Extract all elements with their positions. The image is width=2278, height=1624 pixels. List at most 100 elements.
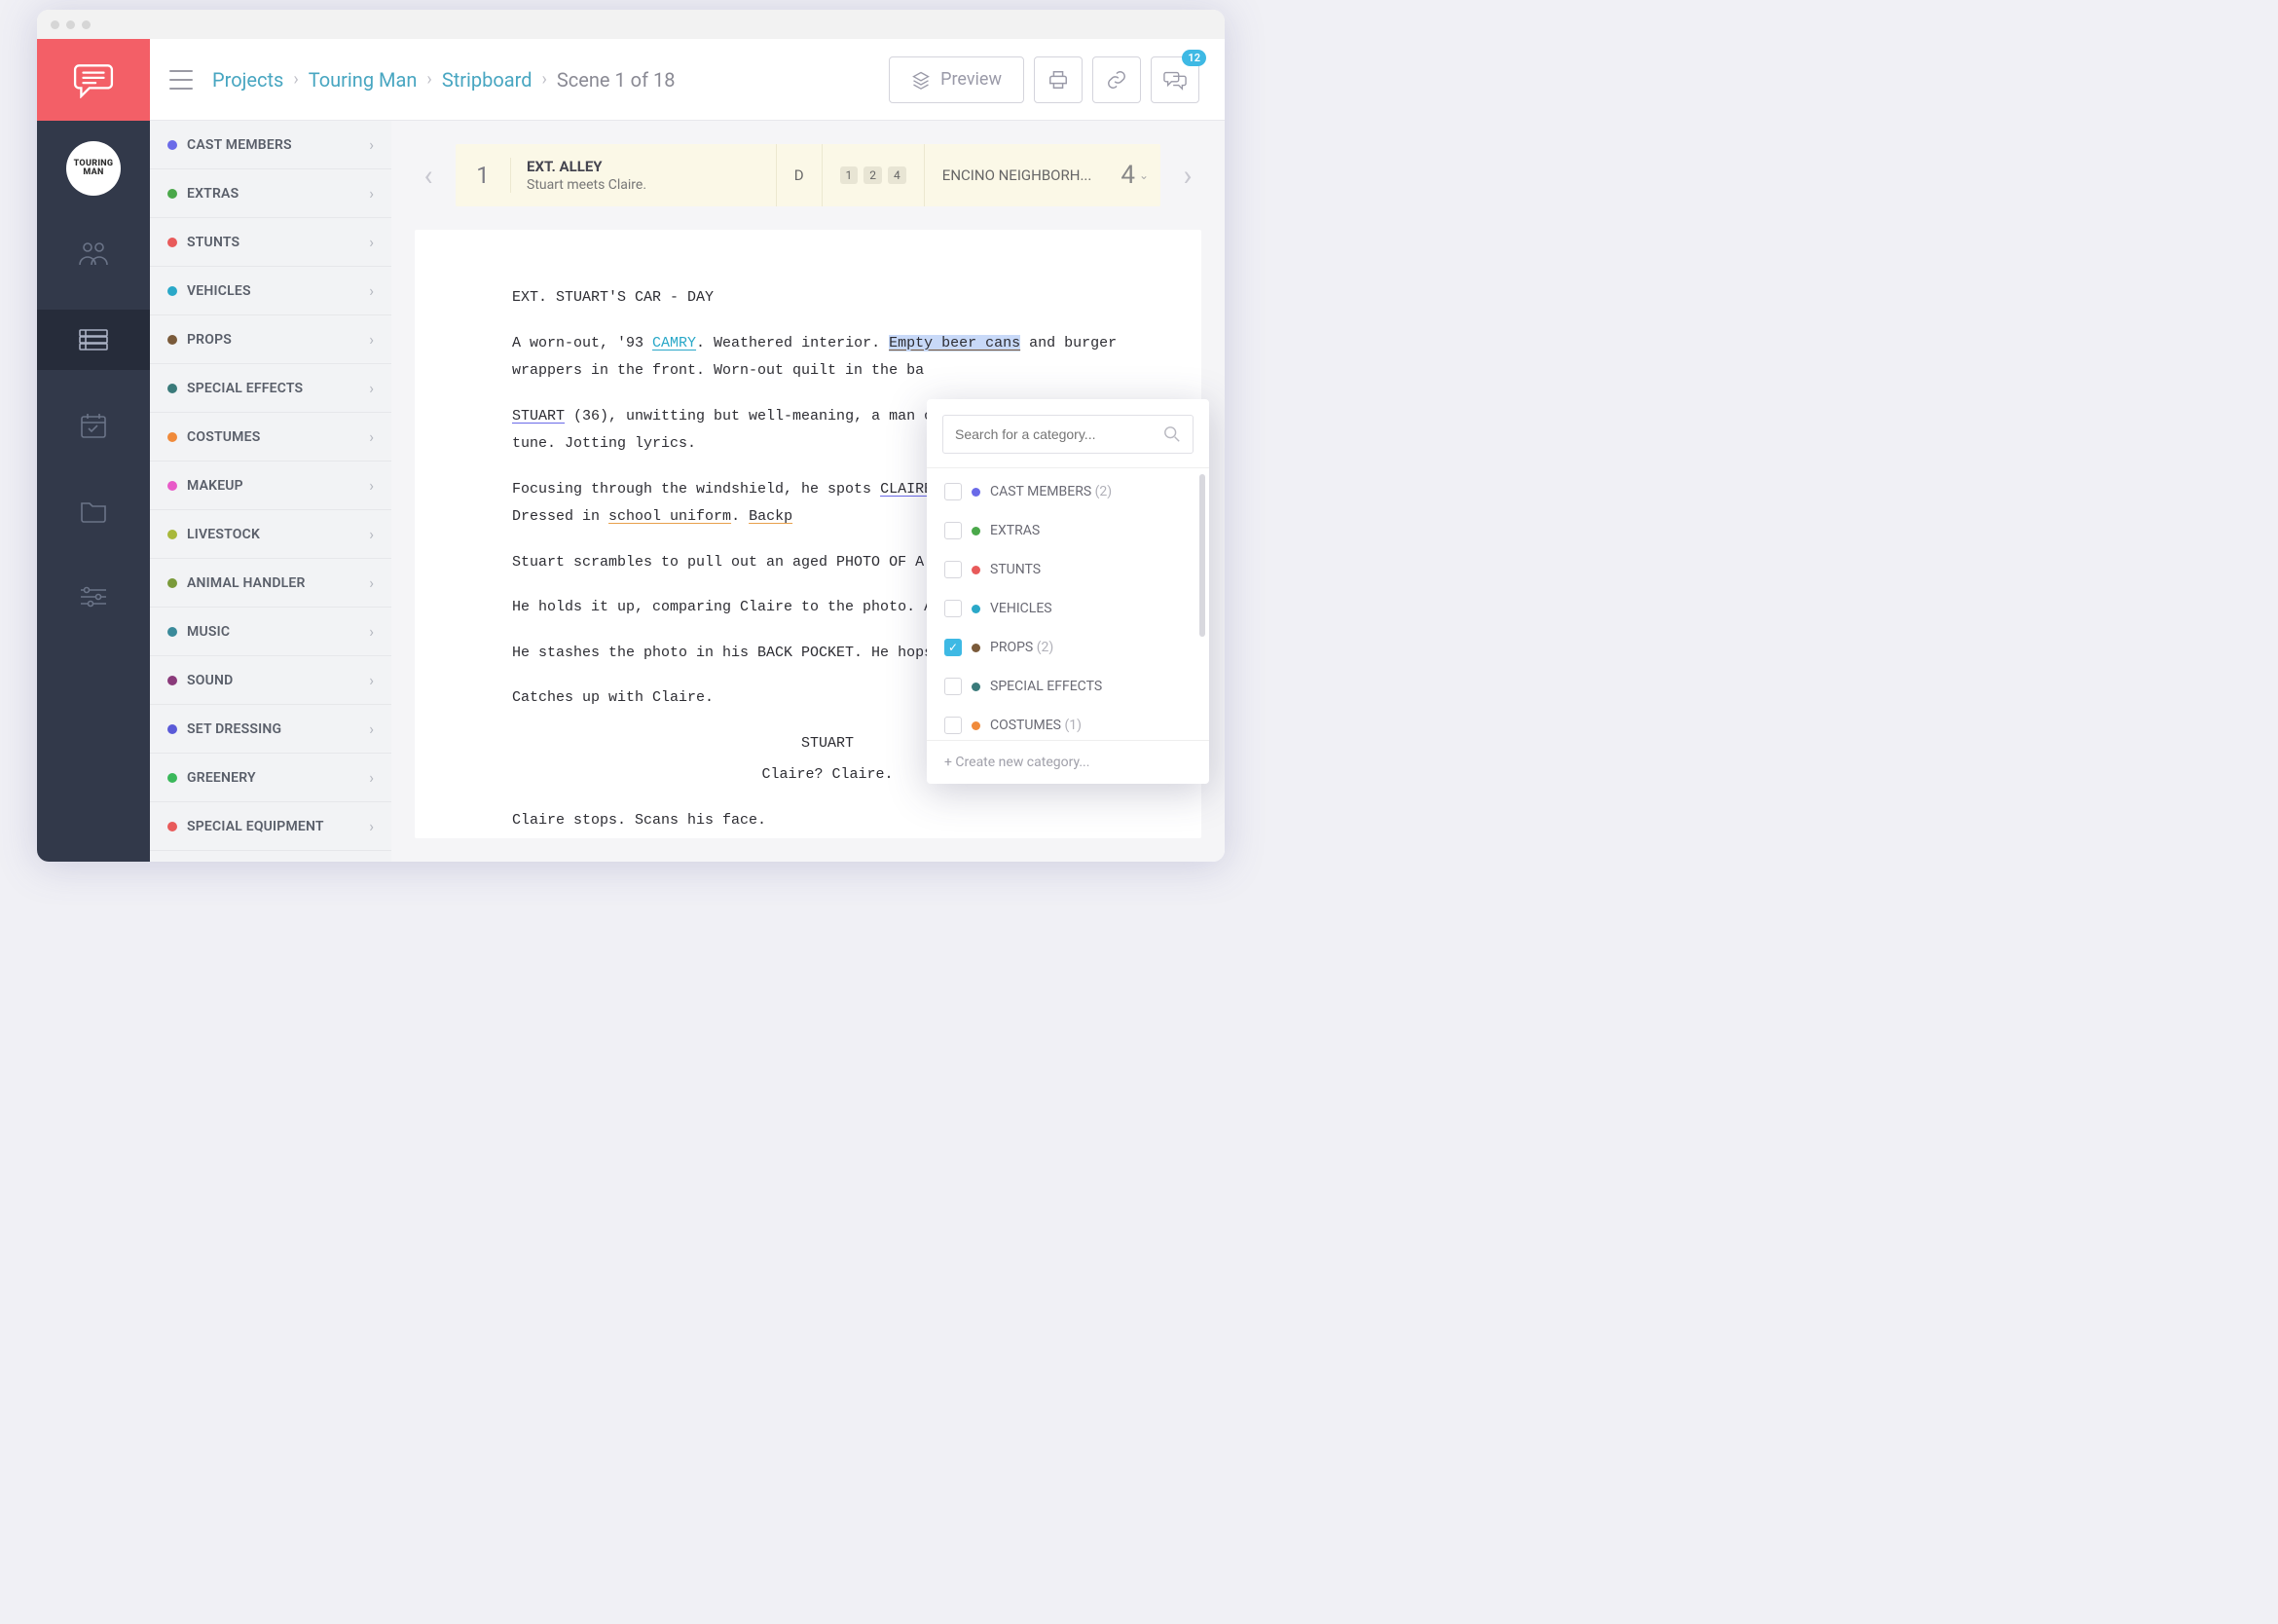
- sidebar-category-item[interactable]: SPECIAL EQUIPMENT ›: [150, 802, 391, 851]
- chevron-right-icon: ›: [369, 233, 374, 251]
- window-zoom-icon[interactable]: [82, 20, 91, 29]
- category-label: VEHICLES: [990, 601, 1052, 616]
- slugline: EXT. STUART'S CAR - DAY: [512, 284, 1143, 313]
- preview-label: Preview: [940, 69, 1002, 90]
- sidebar-category-item[interactable]: CAST MEMBERS ›: [150, 121, 391, 169]
- category-color-dot: [972, 566, 980, 574]
- scrollbar-thumb[interactable]: [1199, 474, 1205, 637]
- next-scene-button[interactable]: ›: [1174, 152, 1201, 199]
- sidebar-category-item[interactable]: EXTRAS ›: [150, 169, 391, 218]
- tag-costume[interactable]: Backp: [749, 508, 792, 525]
- category-picker-list[interactable]: CAST MEMBERS (2) EXTRAS STUNTS VEHICLES …: [927, 467, 1209, 740]
- checkbox[interactable]: [944, 522, 962, 539]
- chevron-right-icon: ›: [369, 525, 374, 543]
- scene-strip[interactable]: 1 EXT. ALLEY Stuart meets Claire. D 124 …: [456, 144, 1160, 206]
- rail-schedule[interactable]: [37, 395, 150, 456]
- checkbox[interactable]: [944, 717, 962, 734]
- chevron-right-icon: ›: [369, 573, 374, 592]
- menu-icon[interactable]: [169, 70, 193, 90]
- sidebar-category-item[interactable]: SPECIAL EFFECTS ›: [150, 364, 391, 413]
- checkbox[interactable]: ✓: [944, 639, 962, 656]
- category-picker-item[interactable]: EXTRAS: [927, 511, 1209, 550]
- sidebar-category-item[interactable]: SOUND ›: [150, 656, 391, 705]
- chevron-right-icon: ›: [293, 69, 298, 90]
- preview-button[interactable]: Preview: [889, 56, 1024, 103]
- topbar: Projects › Touring Man › Stripboard › Sc…: [37, 39, 1225, 121]
- window-close-icon[interactable]: [51, 20, 59, 29]
- tag-vehicle[interactable]: CAMRY: [652, 335, 696, 351]
- prev-scene-button[interactable]: ‹: [415, 152, 442, 199]
- chevron-down-icon[interactable]: ⌄: [1139, 168, 1149, 182]
- rail-breakdown[interactable]: [37, 310, 150, 370]
- cast-id-chip: 2: [863, 166, 882, 184]
- category-picker-item[interactable]: STUNTS: [927, 550, 1209, 589]
- chevron-right-icon: ›: [369, 817, 374, 835]
- category-picker-item[interactable]: ✓ PROPS (2): [927, 628, 1209, 667]
- chevron-right-icon: ›: [369, 622, 374, 641]
- sliders-icon: [79, 585, 108, 609]
- rail-settings[interactable]: [37, 567, 150, 627]
- chevron-right-icon: ›: [369, 184, 374, 203]
- crumb-projects[interactable]: Projects: [212, 68, 283, 92]
- category-color-dot: [972, 527, 980, 535]
- tag-costume[interactable]: school uniform: [608, 508, 731, 525]
- checkbox[interactable]: [944, 483, 962, 500]
- category-color-dot: [167, 773, 177, 783]
- category-color-dot: [167, 140, 177, 150]
- category-label: CAST MEMBERS: [187, 137, 359, 153]
- tag-cast[interactable]: STUART: [512, 408, 565, 424]
- app-logo[interactable]: [37, 39, 150, 121]
- sidebar-category-item[interactable]: SET DRESSING ›: [150, 705, 391, 754]
- category-picker-item[interactable]: COSTUMES (1): [927, 706, 1209, 740]
- category-label: MUSIC: [187, 624, 359, 640]
- search-input[interactable]: [955, 426, 1163, 442]
- crumb-project[interactable]: Touring Man: [309, 68, 418, 92]
- sidebar-category-item[interactable]: STUNTS ›: [150, 218, 391, 267]
- category-picker-item[interactable]: VEHICLES: [927, 589, 1209, 628]
- print-button[interactable]: [1034, 56, 1083, 103]
- category-picker-item[interactable]: SPECIAL EFFECTS: [927, 667, 1209, 706]
- chevron-right-icon: ›: [426, 69, 431, 90]
- sidebar-category-item[interactable]: GREENERY ›: [150, 754, 391, 802]
- category-picker-item[interactable]: CAST MEMBERS (2): [927, 472, 1209, 511]
- people-icon: [78, 241, 109, 267]
- category-color-dot: [167, 724, 177, 734]
- sidebar-category-item[interactable]: PROPS ›: [150, 315, 391, 364]
- category-color-dot: [972, 644, 980, 652]
- create-category-button[interactable]: + Create new category...: [927, 740, 1209, 784]
- sidebar-category-item[interactable]: ANIMAL HANDLER ›: [150, 559, 391, 608]
- calendar-icon: [80, 412, 107, 439]
- window-minimize-icon[interactable]: [66, 20, 75, 29]
- category-color-dot: [972, 683, 980, 691]
- category-label: GREENERY: [187, 770, 359, 786]
- scene-daynight: D: [776, 144, 822, 206]
- chevron-right-icon: ›: [369, 281, 374, 300]
- sidebar-category-item[interactable]: VEHICLES ›: [150, 267, 391, 315]
- category-search[interactable]: [942, 415, 1194, 454]
- sidebar-category-item[interactable]: LIVESTOCK ›: [150, 510, 391, 559]
- category-color-dot: [167, 335, 177, 345]
- category-label: PROPS: [187, 332, 359, 348]
- tag-cast[interactable]: CLAIRE: [880, 481, 933, 498]
- app-window: Projects › Touring Man › Stripboard › Sc…: [37, 10, 1225, 862]
- sidebar-category-item[interactable]: COSTUMES ›: [150, 413, 391, 461]
- checkbox[interactable]: [944, 600, 962, 617]
- sidebar-category-item[interactable]: MAKEUP ›: [150, 461, 391, 510]
- printer-icon: [1047, 69, 1069, 91]
- category-label: EXTRAS: [990, 523, 1040, 538]
- checkbox[interactable]: [944, 678, 962, 695]
- rail-cast[interactable]: [37, 224, 150, 284]
- scene-info: EXT. ALLEY Stuart meets Claire.: [510, 158, 776, 193]
- link-button[interactable]: [1092, 56, 1141, 103]
- sidebar-category-item[interactable]: MUSIC ›: [150, 608, 391, 656]
- rail-files[interactable]: [37, 481, 150, 541]
- tag-props-highlighted[interactable]: Empty beer cans: [889, 335, 1020, 351]
- crumb-section[interactable]: Stripboard: [442, 68, 533, 92]
- category-color-dot: [972, 488, 980, 497]
- comments-button[interactable]: 12: [1151, 56, 1199, 103]
- rail-project-avatar[interactable]: TOURING MAN: [37, 138, 150, 199]
- category-color-dot: [972, 605, 980, 613]
- category-label: EXTRAS: [187, 186, 359, 202]
- checkbox[interactable]: [944, 561, 962, 578]
- category-color-dot: [972, 721, 980, 730]
